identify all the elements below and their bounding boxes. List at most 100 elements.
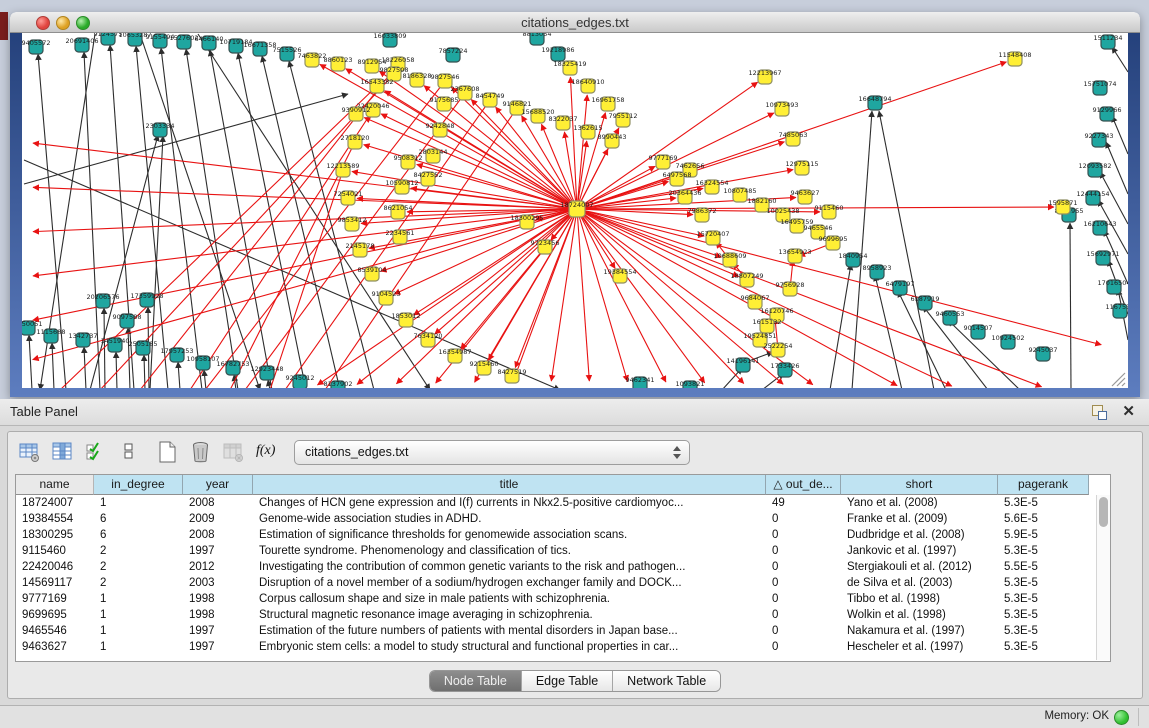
table-cell[interactable]: 9465546 [16, 623, 94, 639]
table-cell[interactable]: 0 [766, 639, 841, 655]
memory-ok-indicator[interactable] [1114, 710, 1129, 725]
table-cell[interactable]: Embryonic stem cells: a model to study s… [253, 639, 766, 655]
table-cell[interactable]: Corpus callosum shape and size in male p… [253, 591, 766, 607]
scrollbar-thumb[interactable] [1099, 497, 1108, 527]
table-cell[interactable]: 2 [94, 543, 183, 559]
table-cell[interactable]: Tourette syndrome. Phenomenology and cla… [253, 543, 766, 559]
table-cell[interactable]: 1 [94, 623, 183, 639]
column-visibility-checklist-button[interactable] [82, 438, 110, 466]
select-column-button[interactable] [49, 438, 77, 466]
table-row[interactable]: 1938455462009Genome-wide association stu… [16, 511, 1089, 527]
table-row[interactable]: 1830029562008Estimation of significance … [16, 527, 1089, 543]
table-cell[interactable]: de Silva et al. (2003) [841, 575, 998, 591]
table-cell[interactable]: 1 [94, 591, 183, 607]
close-panel-icon[interactable]: ✕ [1122, 402, 1135, 420]
table-cell[interactable]: 0 [766, 607, 841, 623]
import-table-button-disabled[interactable] [220, 438, 248, 466]
table-cell[interactable]: 5.3E-5 [998, 543, 1089, 559]
column-header-short[interactable]: short [841, 475, 998, 495]
column-header-name[interactable]: name [16, 475, 94, 495]
table-cell[interactable]: Tibbo et al. (1998) [841, 591, 998, 607]
column-header-in_degree[interactable]: in_degree [94, 475, 183, 495]
table-cell[interactable]: 0 [766, 543, 841, 559]
table-cell[interactable]: 9463627 [16, 639, 94, 655]
table-cell[interactable]: 2012 [183, 559, 253, 575]
table-row[interactable]: 977716911998Corpus callosum shape and si… [16, 591, 1089, 607]
table-cell[interactable]: Disruption of a novel member of a sodium… [253, 575, 766, 591]
table-cell[interactable]: Estimation of significance thresholds fo… [253, 527, 766, 543]
column-header-title[interactable]: title [253, 475, 766, 495]
table-row[interactable]: 946362711997Embryonic stem cells: a mode… [16, 639, 1089, 655]
table-cell[interactable]: 0 [766, 623, 841, 639]
table-cell[interactable]: 0 [766, 511, 841, 527]
table-cell[interactable]: Dudbridge et al. (2008) [841, 527, 998, 543]
table-cell[interactable]: 1 [94, 495, 183, 511]
table-cell[interactable]: Stergiakouli et al. (2012) [841, 559, 998, 575]
table-cell[interactable]: 5.3E-5 [998, 575, 1089, 591]
table-cell[interactable]: 5.3E-5 [998, 495, 1089, 511]
table-settings-button[interactable] [16, 438, 44, 466]
table-cell[interactable]: 5.9E-5 [998, 527, 1089, 543]
table-row[interactable]: 946554611997Estimation of the future num… [16, 623, 1089, 639]
table-cell[interactable]: 0 [766, 591, 841, 607]
table-cell[interactable]: Changes of HCN gene expression and I(f) … [253, 495, 766, 511]
table-cell[interactable]: 49 [766, 495, 841, 511]
table-cell[interactable]: 19384554 [16, 511, 94, 527]
table-row[interactable]: 1456911722003Disruption of a novel membe… [16, 575, 1089, 591]
table-cell[interactable]: 2 [94, 575, 183, 591]
table-cell[interactable]: Hescheler et al. (1997) [841, 639, 998, 655]
table-cell[interactable]: Structural magnetic resonance image aver… [253, 607, 766, 623]
table-cell[interactable]: 9115460 [16, 543, 94, 559]
table-cell[interactable]: Wolkin et al. (1998) [841, 607, 998, 623]
table-cell[interactable]: 0 [766, 527, 841, 543]
table-cell[interactable]: 1 [94, 639, 183, 655]
create-table-button[interactable] [154, 438, 182, 466]
table-cell[interactable]: 5.6E-5 [998, 511, 1089, 527]
table-cell[interactable]: Yano et al. (2008) [841, 495, 998, 511]
table-cell[interactable]: Jankovic et al. (1997) [841, 543, 998, 559]
tab-network-table[interactable]: Network Table [613, 671, 720, 691]
table-cell[interactable]: 2008 [183, 527, 253, 543]
table-cell[interactable]: Investigating the contribution of common… [253, 559, 766, 575]
float-panel-icon[interactable] [1091, 404, 1107, 420]
table-cell[interactable]: Nakamura et al. (1997) [841, 623, 998, 639]
table-cell[interactable]: 18300295 [16, 527, 94, 543]
table-cell[interactable]: 5.3E-5 [998, 591, 1089, 607]
table-cell[interactable]: 14569117 [16, 575, 94, 591]
row-height-button[interactable] [115, 438, 143, 466]
table-cell[interactable]: 6 [94, 511, 183, 527]
table-cell[interactable]: 0 [766, 559, 841, 575]
table-row[interactable]: 969969511998Structural magnetic resonanc… [16, 607, 1089, 623]
table-cell[interactable]: 1997 [183, 543, 253, 559]
table-cell[interactable]: 0 [766, 575, 841, 591]
column-header-pagerank[interactable]: pagerank [998, 475, 1089, 495]
table-cell[interactable]: 2003 [183, 575, 253, 591]
table-row[interactable]: 2242004622012Investigating the contribut… [16, 559, 1089, 575]
table-cell[interactable]: 22420046 [16, 559, 94, 575]
table-cell[interactable]: 9777169 [16, 591, 94, 607]
table-cell[interactable]: 6 [94, 527, 183, 543]
table-cell[interactable]: 1998 [183, 607, 253, 623]
table-cell[interactable]: 1997 [183, 639, 253, 655]
network-window-titlebar[interactable]: citations_edges.txt [10, 12, 1140, 33]
column-header-out_de[interactable]: △ out_de... [766, 475, 841, 495]
column-header-year[interactable]: year [183, 475, 253, 495]
table-row[interactable]: 1872400712008Changes of HCN gene express… [16, 495, 1089, 511]
table-cell[interactable]: 5.3E-5 [998, 639, 1089, 655]
table-cell[interactable]: 5.3E-5 [998, 623, 1089, 639]
tab-edge-table[interactable]: Edge Table [522, 671, 613, 691]
table-cell[interactable]: 1998 [183, 591, 253, 607]
table-cell[interactable]: 2 [94, 559, 183, 575]
table-cell[interactable]: 5.3E-5 [998, 607, 1089, 623]
table-cell[interactable]: 2008 [183, 495, 253, 511]
table-cell[interactable]: 5.5E-5 [998, 559, 1089, 575]
table-cell[interactable]: 18724007 [16, 495, 94, 511]
canvas-resize-grip[interactable] [1112, 373, 1125, 386]
tab-node-table[interactable]: Node Table [430, 671, 522, 691]
table-cell[interactable]: 2009 [183, 511, 253, 527]
table-cell[interactable]: Franke et al. (2009) [841, 511, 998, 527]
table-cell[interactable]: 9699695 [16, 607, 94, 623]
delete-table-button[interactable] [187, 438, 215, 466]
table-cell[interactable]: Estimation of the future numbers of pati… [253, 623, 766, 639]
table-cell[interactable]: 1 [94, 607, 183, 623]
